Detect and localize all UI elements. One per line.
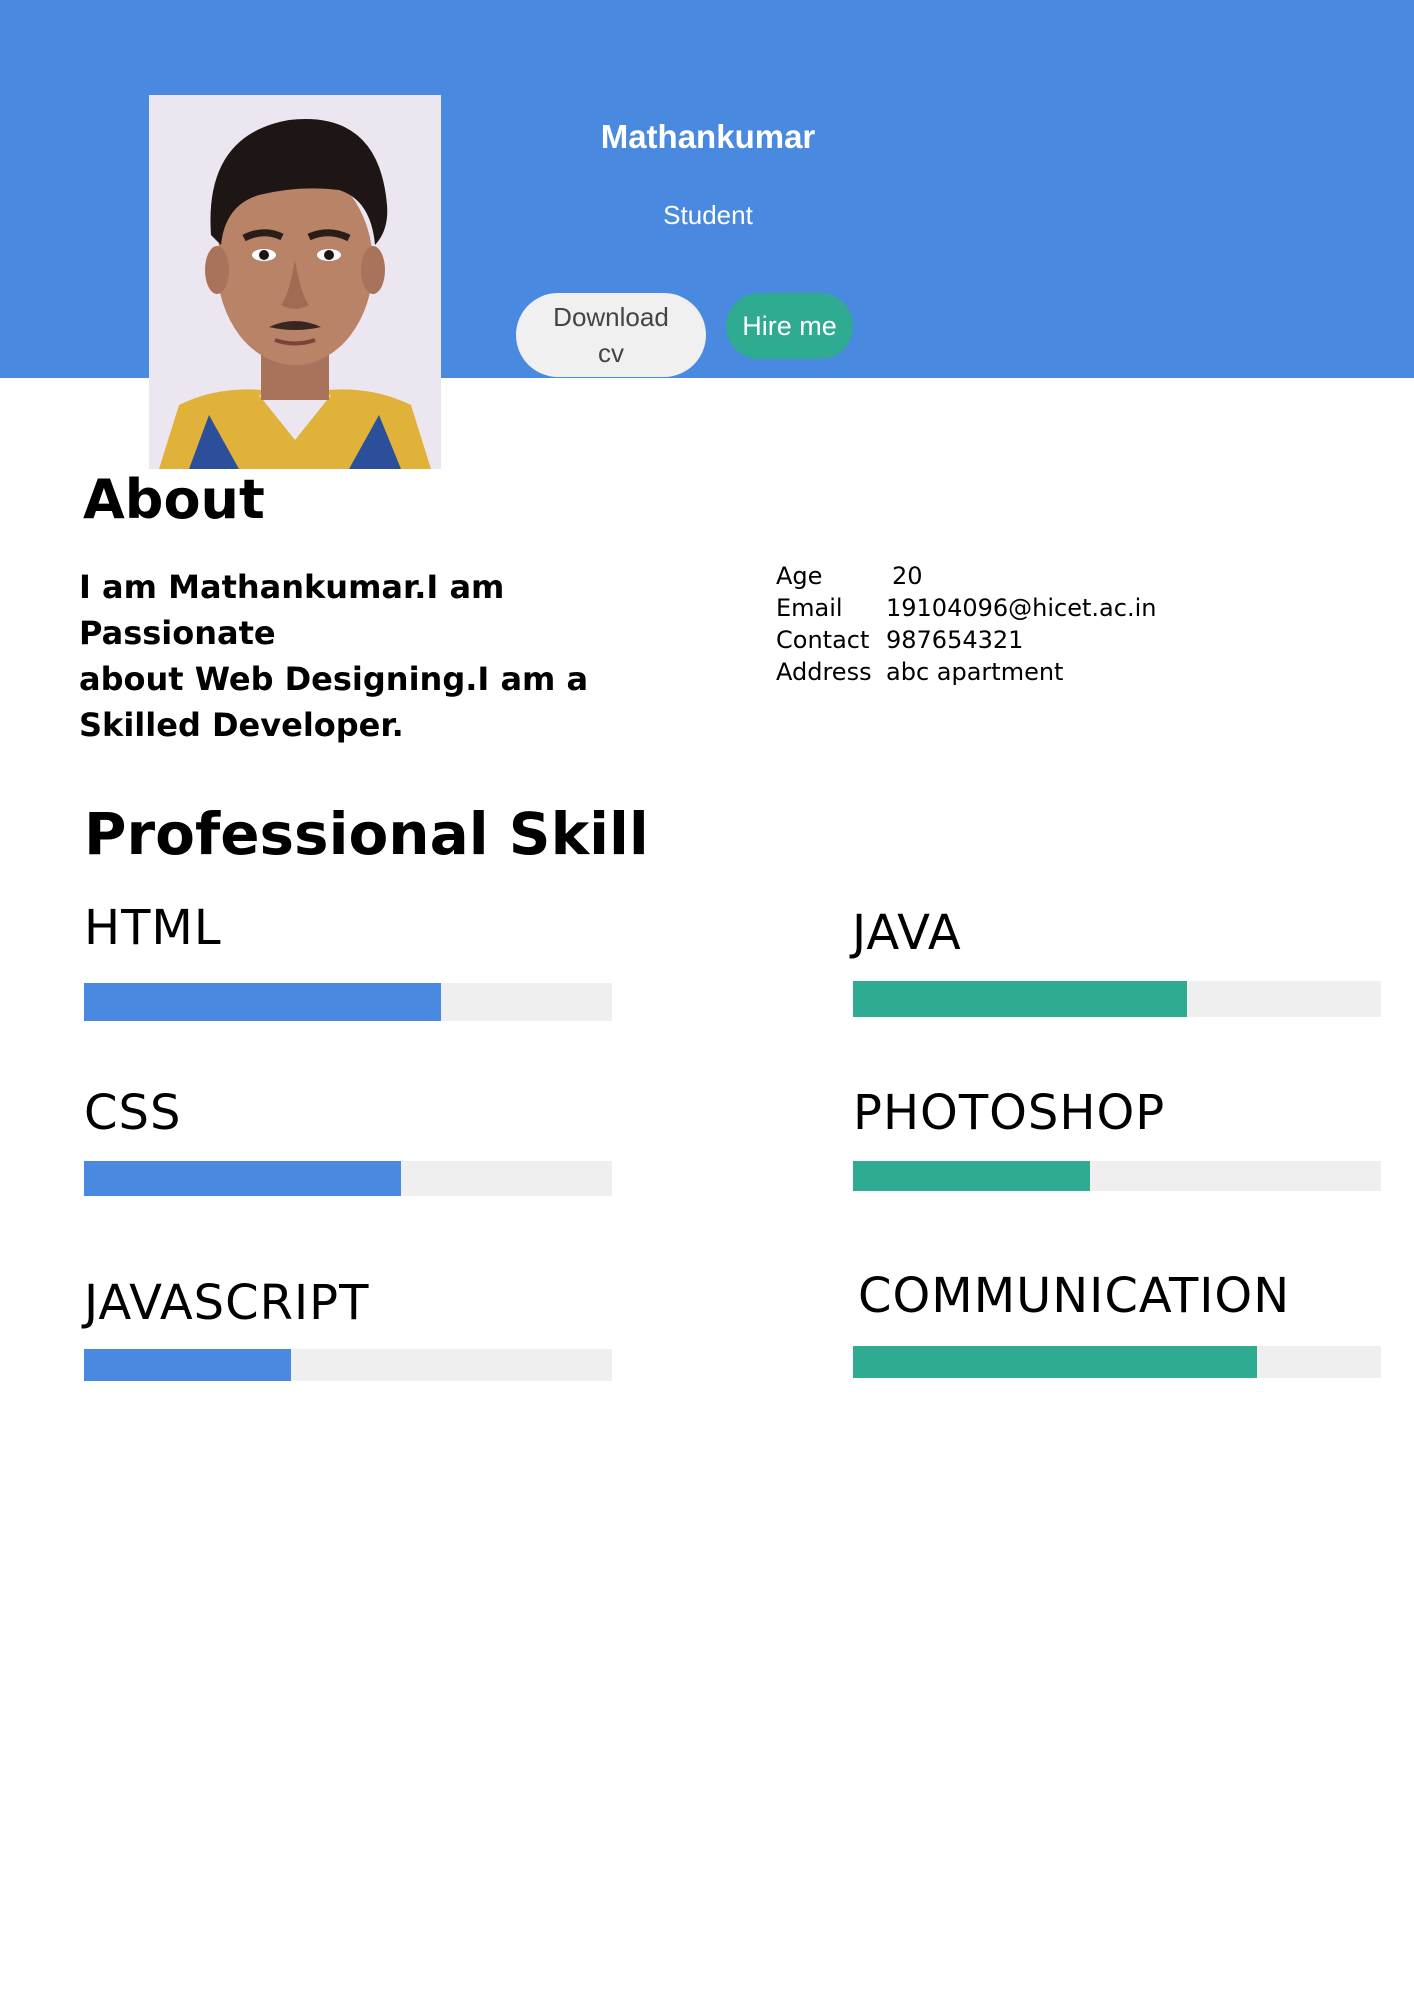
- about-text-line: I am Mathankumar.I am Passionate: [79, 568, 505, 652]
- download-cv-label-line1: Download: [553, 302, 669, 332]
- info-key: Contact: [776, 626, 870, 654]
- personal-info: Age 20 Email 19104096@hicet.ac.in Contac…: [776, 560, 1156, 688]
- skill-bar-fill: [853, 1161, 1091, 1191]
- skill-bar-css: [84, 1161, 612, 1196]
- skill-bar-fill: [84, 1349, 291, 1381]
- profile-role: Student: [663, 200, 753, 230]
- download-cv-button[interactable]: Download cv: [516, 293, 706, 377]
- about-text-line: about Web Designing.I am a: [79, 660, 589, 698]
- skill-bar-fill: [84, 1161, 401, 1196]
- skill-label-html: HTML: [84, 900, 222, 956]
- info-value: 20: [892, 562, 923, 590]
- info-key: Address: [776, 658, 872, 686]
- download-cv-label-line2: cv: [598, 338, 624, 368]
- about-description: I am Mathankumar.I am Passionate about W…: [79, 564, 679, 748]
- profile-name: Mathankumar: [600, 118, 816, 155]
- skill-label-css: CSS: [84, 1085, 182, 1141]
- info-key: Age: [776, 562, 823, 590]
- skill-label-javascript: JAVASCRIPT: [84, 1275, 370, 1331]
- profile-photo: [149, 95, 441, 469]
- hire-me-button[interactable]: Hire me: [726, 293, 853, 359]
- skills-heading: Professional Skill: [84, 800, 649, 868]
- info-value: 19104096@hicet.ac.in: [886, 594, 1157, 622]
- skill-label-photoshop: PHOTOSHOP: [853, 1085, 1166, 1141]
- skill-bar-html: [84, 983, 612, 1021]
- info-value: abc apartment: [886, 658, 1064, 686]
- info-key: Email: [776, 594, 843, 622]
- info-value: 987654321: [886, 626, 1024, 654]
- info-row-address: Address abc apartment: [776, 656, 1156, 688]
- skill-bar-java: [853, 981, 1381, 1017]
- skill-bar-fill: [84, 983, 441, 1021]
- info-row-age: Age 20: [776, 560, 1156, 592]
- skill-bar-photoshop: [853, 1161, 1381, 1191]
- about-text-line: Skilled Developer.: [79, 706, 404, 744]
- skill-bar-fill: [853, 1346, 1258, 1378]
- skill-bar-fill: [853, 981, 1188, 1017]
- about-heading: About: [83, 468, 265, 531]
- info-row-email: Email 19104096@hicet.ac.in: [776, 592, 1156, 624]
- skill-label-java: JAVA: [852, 905, 962, 961]
- info-row-contact: Contact 987654321: [776, 624, 1156, 656]
- skill-bar-communication: [853, 1346, 1381, 1378]
- skill-bar-javascript: [84, 1349, 612, 1381]
- skill-label-communication: COMMUNICATION: [858, 1268, 1291, 1324]
